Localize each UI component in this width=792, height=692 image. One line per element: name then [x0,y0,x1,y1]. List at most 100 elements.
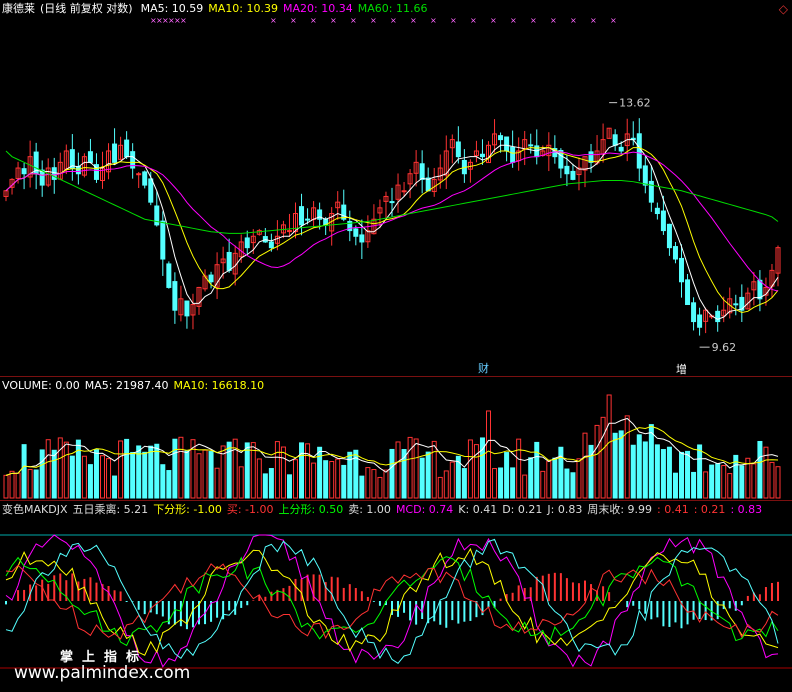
candle-down [160,220,166,260]
candle-down [166,263,172,288]
volume-bar [401,449,407,499]
candle-down [208,274,214,283]
volume-bar [654,444,660,499]
volume-bar [666,446,672,499]
candle-down [305,218,311,221]
volume-bar [395,441,401,499]
volume-bar [679,451,684,499]
volume-bar [202,449,208,499]
volume-bar [311,462,317,499]
volume-bar [540,470,546,499]
signal-marker: × [550,16,557,25]
volume-bar [365,467,371,499]
volume-bar [323,460,329,499]
volume-bar [582,432,588,499]
signal-marker: × [350,16,357,25]
candle-down [353,228,359,237]
candle-down [455,141,461,158]
candle-down [244,237,250,249]
volume-bar [570,472,576,499]
candle-down [679,257,684,283]
candle-up [401,190,407,193]
volume-bar [486,410,491,499]
candle-down [564,165,570,175]
volume-bar [178,436,184,499]
volume-bar [15,472,21,499]
volume-bar [504,452,510,499]
candle-down [642,165,648,186]
candle-up [136,173,142,176]
volume-bar [697,444,703,499]
volume-bar [106,458,112,499]
volume-bar [709,464,715,499]
signal-marker: × [270,16,277,25]
volume-bar [87,464,93,499]
volume-bar [81,455,87,499]
candle-down [570,170,576,180]
candle-down [148,178,154,203]
volume-bar [21,444,27,499]
high-label: 13.62 [619,97,651,110]
volume-bar [93,449,99,499]
volume-bar [407,436,413,499]
volume-bar [160,464,166,499]
volume-bar [268,468,274,499]
candle-down [87,151,93,163]
volume-bar [63,441,69,499]
volume-bar [9,470,15,499]
volume-bar [552,457,558,499]
volume-bar [775,466,781,499]
volume-bar [341,464,347,499]
signal-marker: × [530,16,537,25]
candle-down [389,201,395,204]
signal-marker: × [330,16,337,25]
signal-marker: × [490,16,497,25]
candle-down [479,153,485,158]
candle-down [733,303,739,306]
candle-down [172,281,178,311]
volume-bar [618,430,624,499]
low-label: 9.62 [712,341,737,354]
volume-bar [721,465,727,499]
candle-down [715,310,721,323]
signal-marker: × [390,16,397,25]
volume-bar [672,472,678,499]
candle-down [510,146,516,163]
candle-down [39,169,45,186]
volume-bar [727,473,733,499]
volume-bar [498,467,504,499]
volume-bar [576,458,582,499]
volume-bar [317,446,323,499]
volume-bar [546,460,552,499]
volume-bar [558,446,564,499]
volume-bar [51,449,57,499]
volume-bar [564,468,570,499]
volume-bar [636,434,642,499]
volume-bar [256,458,262,499]
volume-bar [648,424,654,499]
volume-bar [238,466,244,499]
volume-bar [612,432,618,499]
volume-bar [280,446,286,499]
volume-bar [262,473,268,499]
volume-bar [516,438,522,499]
volume-bar [299,442,305,499]
volume-bar [739,465,745,499]
volume-bar [769,461,775,499]
candle-up [286,230,292,233]
signal-marker: × [590,16,597,25]
candle-down [75,165,81,175]
volume-bar [383,469,389,499]
volume-bar [528,457,534,499]
volume-bar [286,474,292,499]
candle-down [112,143,118,163]
volume-bar [57,437,63,499]
signal-marker: × [570,16,577,25]
candle-down [697,314,703,328]
volume-bar [148,445,154,499]
volume-bar [715,463,721,499]
volume-bar [124,438,130,499]
volume-bar [196,453,202,499]
signal-marker: × [370,16,377,25]
volume-bar [449,461,455,499]
